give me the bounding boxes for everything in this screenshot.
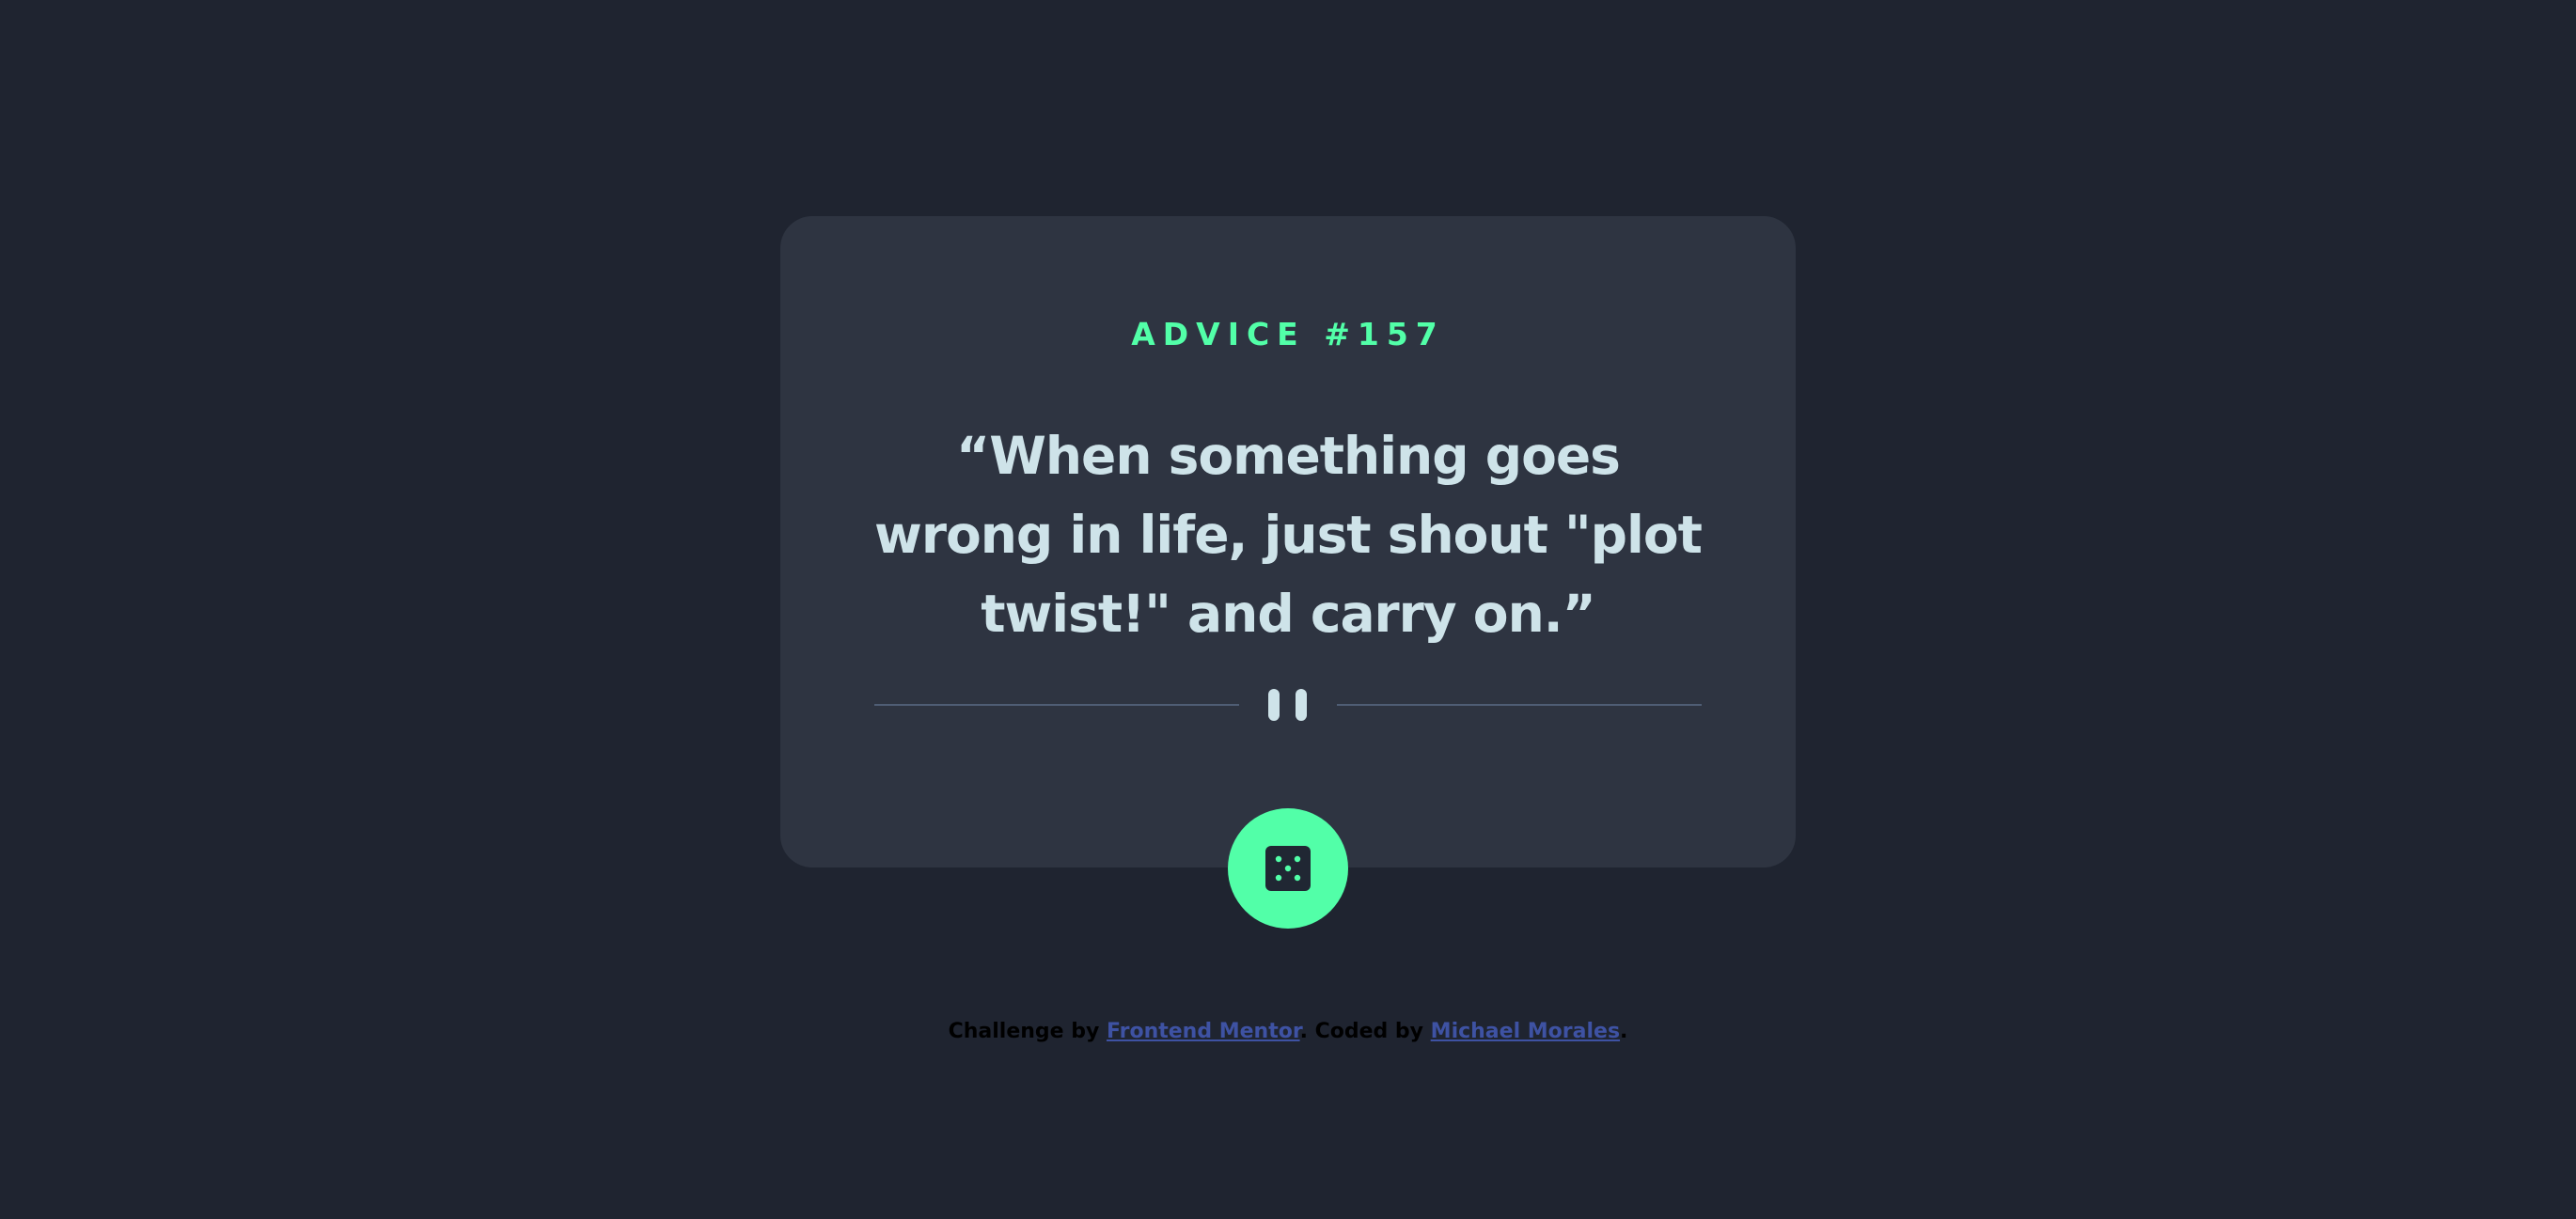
new-advice-button[interactable] [1228,808,1348,929]
advice-card: ADVICE #157 “When something goes wrong i… [780,216,1796,867]
attribution-separator: . Coded by [1299,1020,1431,1043]
divider-line-right [1337,704,1702,706]
divider [874,686,1702,724]
advice-id: ADVICE #157 [1131,316,1445,352]
attribution-prefix: Challenge by [948,1020,1107,1043]
author-link[interactable]: Michael Morales [1431,1020,1620,1043]
pause-icon [1268,689,1308,721]
attribution: Challenge by Frontend Mentor. Coded by M… [0,1020,2576,1043]
dice-icon [1265,846,1311,891]
page: ADVICE #157 “When something goes wrong i… [0,0,2576,1219]
frontend-mentor-link[interactable]: Frontend Mentor [1107,1020,1300,1043]
attribution-suffix: . [1620,1020,1628,1043]
divider-line-left [874,704,1239,706]
advice-quote: “When something goes wrong in life, just… [874,426,1703,644]
